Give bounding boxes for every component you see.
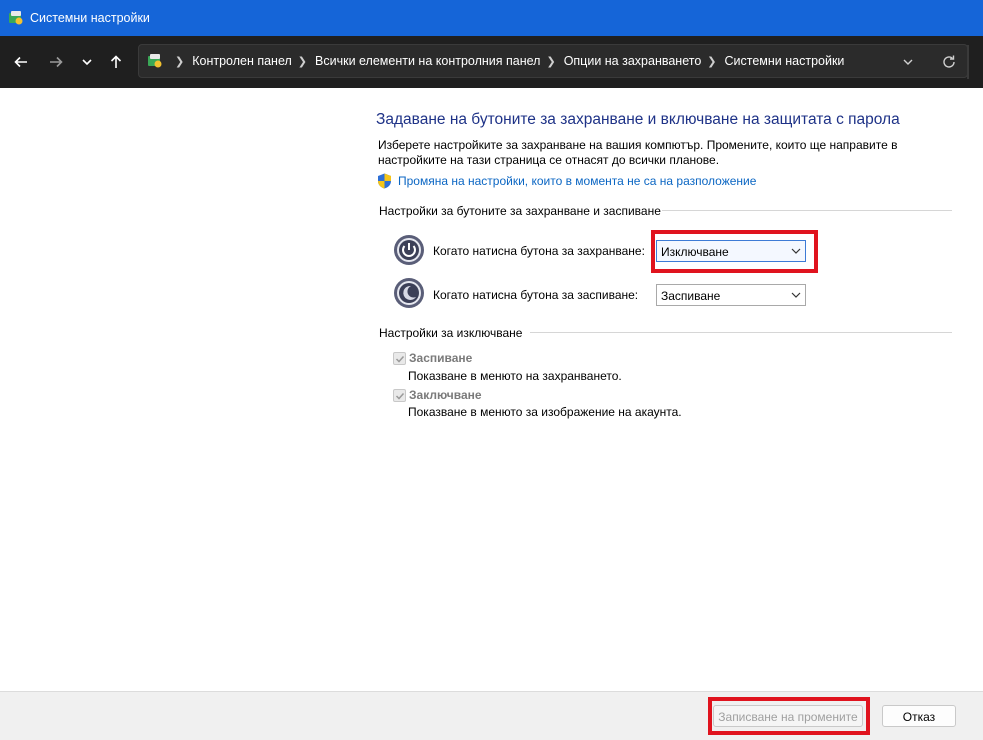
forward-button[interactable] bbox=[44, 50, 68, 74]
power-buttons-group-label: Настройки за бутоните за захранване и за… bbox=[379, 204, 661, 218]
breadcrumb: ❯ Контролен панел ❯ Всички елементи на к… bbox=[169, 54, 844, 68]
page-title: Задаване на бутоните за захранване и вкл… bbox=[376, 111, 900, 128]
up-button[interactable] bbox=[104, 50, 128, 74]
chevron-right-icon: ❯ bbox=[707, 55, 717, 68]
breadcrumb-item-system-settings[interactable]: Системни настройки bbox=[725, 54, 845, 68]
chevron-right-icon: ❯ bbox=[546, 55, 556, 68]
lock-checkbox-description: Показване в менюто за изображение на ака… bbox=[408, 405, 682, 419]
shutdown-group-label: Настройки за изключване bbox=[379, 326, 523, 340]
highlight-box-save-button bbox=[708, 697, 870, 735]
group-divider bbox=[530, 332, 952, 333]
sleep-button-action-value: Заспиване bbox=[661, 289, 721, 303]
chevron-right-icon: ❯ bbox=[297, 55, 308, 68]
address-bar-divider bbox=[967, 45, 969, 79]
navigation-bar: ❯ Контролен панел ❯ Всички елементи на к… bbox=[0, 36, 983, 88]
power-button-label: Когато натисна бутона за захранване: bbox=[433, 244, 645, 258]
page-description: Изберете настройките за захранване на ва… bbox=[378, 138, 898, 167]
uac-shield-icon bbox=[378, 173, 391, 189]
checkmark-icon bbox=[395, 355, 405, 363]
arrow-left-icon bbox=[14, 56, 27, 68]
chevron-down-icon bbox=[791, 292, 801, 298]
sleep-checkbox[interactable] bbox=[393, 352, 406, 365]
sleep-button-action-select[interactable]: Заспиване bbox=[656, 284, 806, 306]
control-panel-icon bbox=[148, 54, 162, 68]
breadcrumb-item-power-options[interactable]: Опции на захранването bbox=[564, 54, 702, 68]
chevron-down-icon bbox=[82, 59, 92, 66]
refresh-icon[interactable] bbox=[941, 54, 957, 70]
sleep-button-icon bbox=[394, 278, 424, 308]
title-bar: Системни настройки bbox=[0, 0, 983, 36]
power-button-icon bbox=[394, 235, 424, 265]
lock-checkbox-title: Заключване bbox=[409, 388, 482, 402]
back-button[interactable] bbox=[9, 50, 33, 74]
cancel-button[interactable]: Отказ bbox=[882, 705, 956, 727]
sleep-button-label: Когато натисна бутона за заспиване: bbox=[433, 288, 639, 302]
sleep-checkbox-description: Показване в менюто на захранването. bbox=[408, 369, 622, 383]
address-history-dropdown-icon[interactable] bbox=[901, 55, 915, 69]
checkmark-icon bbox=[395, 392, 405, 400]
recent-locations-button[interactable] bbox=[75, 50, 99, 74]
sleep-checkbox-title: Заспиване bbox=[409, 351, 473, 365]
control-panel-icon bbox=[9, 11, 23, 25]
breadcrumb-item-all-items[interactable]: Всички елементи на контролния панел bbox=[315, 54, 540, 68]
main-content: Задаване на бутоните за захранване и вкл… bbox=[0, 88, 983, 740]
group-divider bbox=[662, 210, 952, 211]
change-unavailable-settings-link[interactable]: Промяна на настройки, които в момента не… bbox=[398, 174, 756, 188]
address-bar[interactable]: ❯ Контролен панел ❯ Всички елементи на к… bbox=[138, 44, 969, 79]
arrow-right-icon bbox=[50, 56, 63, 68]
breadcrumb-item-control-panel[interactable]: Контролен панел bbox=[192, 54, 292, 68]
lock-checkbox[interactable] bbox=[393, 389, 406, 402]
window-title: Системни настройки bbox=[30, 11, 150, 25]
chevron-right-icon: ❯ bbox=[175, 55, 185, 68]
highlight-box-power-select bbox=[651, 230, 818, 273]
arrow-up-icon bbox=[110, 55, 122, 68]
